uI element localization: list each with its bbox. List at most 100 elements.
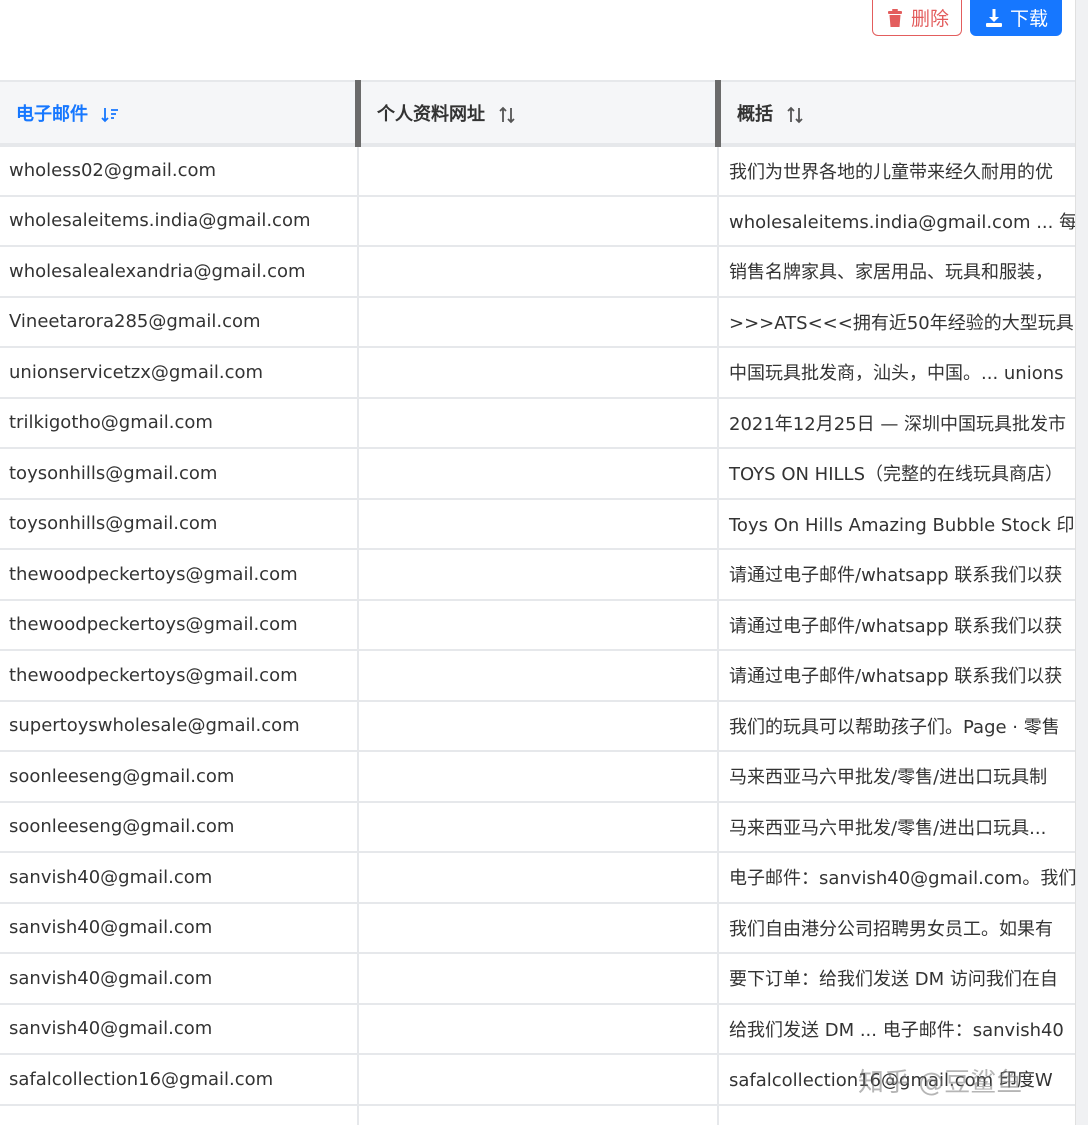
summary-cell: 我们为世界各地的儿童带来经久耐用的优 xyxy=(717,145,1076,197)
column-header-label: 电子邮件 xyxy=(16,103,88,125)
results-table: 电子邮件 个人资料网址 概括 wholess02@gmail.com 我们为世界… xyxy=(0,80,1076,1125)
summary-cell: 电子邮件：sanvish40@gmail.com。我们 xyxy=(717,852,1076,904)
summary-cell: 请通过电子邮件/whatsapp 联系我们以获 xyxy=(717,650,1076,702)
table-row[interactable]: unionservicetzx@gmail.com 中国玩具批发商，汕头，中国。.… xyxy=(0,347,1076,399)
summary-cell: 要下订单：给我们发送 DM 访问我们在自 xyxy=(717,953,1076,1005)
summary-cell: 马来西亚马六甲批发/零售/进出口玩具... xyxy=(717,801,1076,853)
sort-icon[interactable] xyxy=(785,105,805,125)
table-row[interactable]: sanvish40@gmail.com 电子邮件：sanvish40@gmail.… xyxy=(0,852,1076,904)
delete-button[interactable]: 删除 xyxy=(872,0,962,36)
summary-cell: 销售名牌家具、家居用品、玩具和服装， xyxy=(717,246,1076,298)
email-cell: thewoodpeckertoys@gmail.com xyxy=(0,549,358,601)
profile-url-cell xyxy=(357,751,718,803)
download-button[interactable]: 下载 xyxy=(970,0,1062,36)
profile-url-cell xyxy=(357,953,718,1005)
column-header-label: 个人资料网址 xyxy=(377,103,485,125)
table-body: wholess02@gmail.com 我们为世界各地的儿童带来经久耐用的优 who… xyxy=(0,145,1076,1125)
table-row[interactable]: trilkigotho@gmail.com 2021年12月25日 — 深圳中国玩… xyxy=(0,397,1076,449)
summary-cell: >>>ATS<<<拥有近50年经验的大型玩具 xyxy=(717,296,1076,348)
profile-url-cell xyxy=(357,1003,718,1055)
email-cell: thewoodpeckertoys@gmail.com xyxy=(0,599,358,651)
sort-desc-icon[interactable] xyxy=(100,105,120,125)
table-row[interactable]: supertoyswholesale@gmail.com 我们的玩具可以帮助孩子们… xyxy=(0,700,1076,752)
email-cell: sanvish40@gmail.com xyxy=(0,1003,358,1055)
profile-url-cell xyxy=(357,549,718,601)
delete-button-label: 删除 xyxy=(910,8,949,30)
table-row[interactable]: toysonhills@gmail.com TOYS ON HILLS（完整的在线… xyxy=(0,448,1076,500)
summary-cell: 2021年12月25日 — 深圳中国玩具批发市 xyxy=(717,397,1076,449)
column-header-summary[interactable]: 概括 xyxy=(715,80,1076,147)
toolbar: 删除 下载 xyxy=(0,0,1088,80)
table-row[interactable]: Vineetarora285@gmail.com >>>ATS<<<拥有近50年经… xyxy=(0,296,1076,348)
email-cell: sanvish40@gmail.com xyxy=(0,852,358,904)
profile-url-cell xyxy=(357,296,718,348)
table-row[interactable]: thewoodpeckertoys@gmail.com 请通过电子邮件/whats… xyxy=(0,599,1076,651)
summary-cell: safalcollection16@gmail.com 印度W xyxy=(717,1054,1076,1106)
summary-cell: 给我们发送 DM ... 电子邮件：sanvish40 xyxy=(717,1003,1076,1055)
summary-cell xyxy=(717,1104,1076,1125)
table-row[interactable]: thewoodpeckertoys@gmail.com 请通过电子邮件/whats… xyxy=(0,549,1076,601)
table-header-row: 电子邮件 个人资料网址 概括 xyxy=(0,80,1076,147)
table-row[interactable]: wholesalealexandria@gmail.com 销售名牌家具、家居用品… xyxy=(0,246,1076,298)
profile-url-cell xyxy=(357,599,718,651)
table-row[interactable]: toysonhills@gmail.com Toys On Hills Amazi… xyxy=(0,498,1076,550)
profile-url-cell xyxy=(357,347,718,399)
email-cell: wholess02@gmail.com xyxy=(0,145,358,197)
email-cell: toysonhills@gmail.com xyxy=(0,448,358,500)
email-cell: wholesalealexandria@gmail.com xyxy=(0,246,358,298)
profile-url-cell xyxy=(357,448,718,500)
vertical-scrollbar[interactable] xyxy=(1075,0,1088,1125)
profile-url-cell xyxy=(357,852,718,904)
table-row[interactable]: wholesaleitems.india@gmail.com wholesalei… xyxy=(0,195,1076,247)
summary-cell: 我们自由港分公司招聘男女员工。如果有 xyxy=(717,902,1076,954)
table-row[interactable] xyxy=(0,1104,1076,1125)
email-cell: safalcollection16@gmail.com xyxy=(0,1054,358,1106)
profile-url-cell xyxy=(357,650,718,702)
summary-cell: Toys On Hills Amazing Bubble Stock 印度 xyxy=(717,498,1076,550)
email-cell: unionservicetzx@gmail.com xyxy=(0,347,358,399)
email-cell: thewoodpeckertoys@gmail.com xyxy=(0,650,358,702)
app-window: 删除 下载 电子邮件 个人资料网址 概括 wholess02@gmail.com… xyxy=(0,0,1088,1125)
email-cell xyxy=(0,1104,358,1125)
summary-cell: 我们的玩具可以帮助孩子们。Page · 零售 xyxy=(717,700,1076,752)
summary-cell: TOYS ON HILLS（完整的在线玩具商店） xyxy=(717,448,1076,500)
table-row[interactable]: wholess02@gmail.com 我们为世界各地的儿童带来经久耐用的优 xyxy=(0,145,1076,197)
email-cell: sanvish40@gmail.com xyxy=(0,953,358,1005)
results-table-container[interactable]: 电子邮件 个人资料网址 概括 wholess02@gmail.com 我们为世界… xyxy=(0,80,1076,1125)
summary-cell: 请通过电子邮件/whatsapp 联系我们以获 xyxy=(717,599,1076,651)
profile-url-cell xyxy=(357,1104,718,1125)
column-header-profile-url[interactable]: 个人资料网址 xyxy=(355,80,718,147)
email-cell: Vineetarora285@gmail.com xyxy=(0,296,358,348)
profile-url-cell xyxy=(357,145,718,197)
summary-cell: 中国玩具批发商，汕头，中国。... unions xyxy=(717,347,1076,399)
profile-url-cell xyxy=(357,700,718,752)
profile-url-cell xyxy=(357,801,718,853)
table-row[interactable]: safalcollection16@gmail.com safalcollecti… xyxy=(0,1054,1076,1106)
trash-icon xyxy=(885,8,905,28)
email-cell: toysonhills@gmail.com xyxy=(0,498,358,550)
profile-url-cell xyxy=(357,246,718,298)
profile-url-cell xyxy=(357,498,718,550)
table-row[interactable]: soonleeseng@gmail.com 马来西亚马六甲批发/零售/进出口玩具.… xyxy=(0,801,1076,853)
table-row[interactable]: sanvish40@gmail.com 我们自由港分公司招聘男女员工。如果有 xyxy=(0,902,1076,954)
table-row[interactable]: thewoodpeckertoys@gmail.com 请通过电子邮件/whats… xyxy=(0,650,1076,702)
email-cell: wholesaleitems.india@gmail.com xyxy=(0,195,358,247)
profile-url-cell xyxy=(357,902,718,954)
email-cell: supertoyswholesale@gmail.com xyxy=(0,700,358,752)
column-header-email[interactable]: 电子邮件 xyxy=(0,80,358,147)
email-cell: soonleeseng@gmail.com xyxy=(0,801,358,853)
summary-cell: 马来西亚马六甲批发/零售/进出口玩具制 xyxy=(717,751,1076,803)
email-cell: trilkigotho@gmail.com xyxy=(0,397,358,449)
download-icon xyxy=(984,8,1004,28)
profile-url-cell xyxy=(357,397,718,449)
summary-cell: wholesaleitems.india@gmail.com ... 每个 xyxy=(717,195,1076,247)
table-row[interactable]: sanvish40@gmail.com 给我们发送 DM ... 电子邮件：san… xyxy=(0,1003,1076,1055)
table-row[interactable]: soonleeseng@gmail.com 马来西亚马六甲批发/零售/进出口玩具制 xyxy=(0,751,1076,803)
download-button-label: 下载 xyxy=(1009,8,1048,30)
summary-cell: 请通过电子邮件/whatsapp 联系我们以获 xyxy=(717,549,1076,601)
sort-icon[interactable] xyxy=(497,105,517,125)
email-cell: sanvish40@gmail.com xyxy=(0,902,358,954)
profile-url-cell xyxy=(357,195,718,247)
column-header-label: 概括 xyxy=(737,103,773,125)
table-row[interactable]: sanvish40@gmail.com 要下订单：给我们发送 DM 访问我们在自 xyxy=(0,953,1076,1005)
